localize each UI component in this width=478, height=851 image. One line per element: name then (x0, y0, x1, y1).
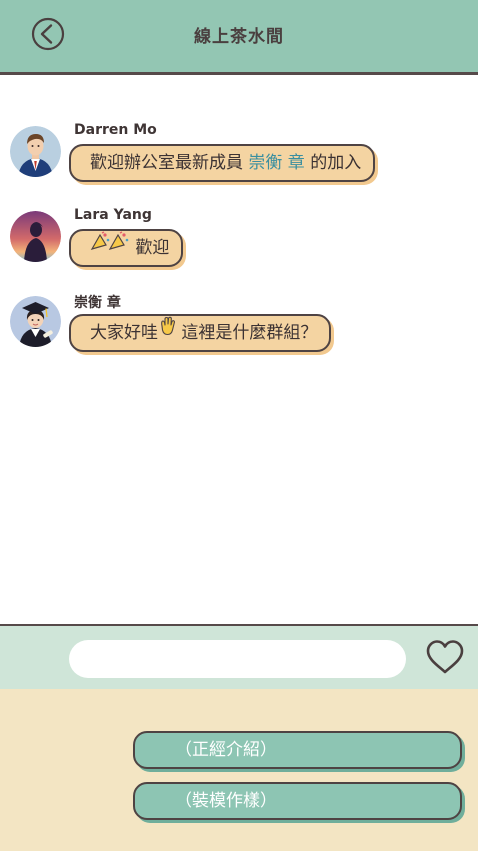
sender-name: Darren Mo (74, 122, 157, 138)
message-text: 這裡是什麼群組？ (176, 323, 318, 343)
sender-name: Lara Yang (74, 207, 152, 223)
message-text: 的加入 (304, 153, 362, 173)
heart-outline-icon (426, 640, 464, 674)
silhouette-sunset-avatar[interactable] (10, 211, 61, 262)
reply-option-button[interactable]: （裝模作樣） (133, 782, 462, 820)
party-popper-icon (90, 229, 130, 263)
user-mention-link[interactable]: 崇衡 章 (248, 153, 304, 173)
sender-name: 崇衡 章 (74, 295, 121, 311)
chat-title: 線上茶水間 (194, 27, 284, 47)
like-button[interactable] (425, 638, 465, 678)
message-text: 歡迎 (130, 238, 170, 258)
reply-options-panel (0, 689, 478, 851)
waving-hand-icon (158, 314, 176, 348)
graduate-avatar[interactable] (10, 296, 61, 347)
reply-option-button[interactable]: （正經介紹） (133, 731, 462, 769)
composer-divider (0, 624, 478, 626)
message-bubble: 大家好哇 這裡是什麼群組？ (69, 314, 332, 352)
message-text: 歡迎辦公室最新成員 (90, 153, 249, 173)
message-list: Darren Mo 歡迎辦公室最新成員 崇衡 章 的加入 Lara Yang 歡… (0, 75, 478, 624)
message-bubble: 歡迎辦公室最新成員 崇衡 章 的加入 (69, 144, 376, 182)
message-text: 大家好哇 (90, 323, 158, 343)
businessman-avatar[interactable] (10, 126, 61, 177)
message-input[interactable] (69, 640, 406, 678)
message-bubble: 歡迎 (69, 229, 184, 267)
